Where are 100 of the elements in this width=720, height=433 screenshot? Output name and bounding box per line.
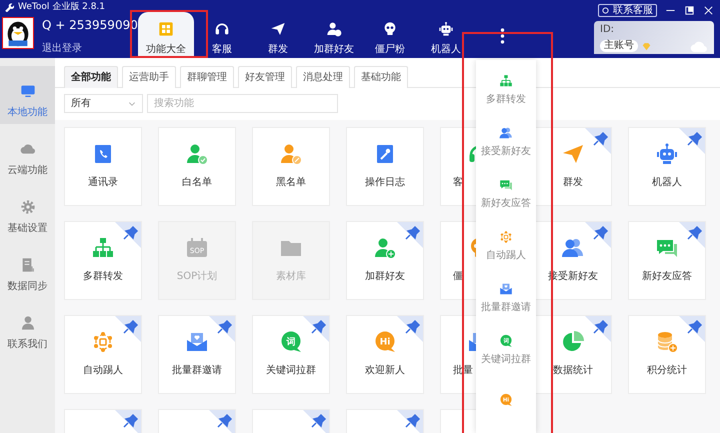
- menu-item[interactable]: 自动踢人: [476, 216, 536, 268]
- menu-item[interactable]: 接受新好友: [476, 112, 536, 164]
- id-label: ID:: [600, 24, 616, 36]
- pin-corner-icon[interactable]: [209, 316, 235, 342]
- support-button[interactable]: 联系客服: [598, 4, 657, 17]
- card-label: 多群转发: [82, 270, 124, 284]
- feature-card[interactable]: 通讯录: [64, 127, 142, 206]
- category-select[interactable]: 所有: [64, 94, 143, 113]
- account-role-badge: 主账号: [600, 40, 638, 52]
- person-add-icon: [326, 20, 342, 36]
- penguin-avatar-drawing: [2, 17, 34, 49]
- search-field[interactable]: 搜索功能: [147, 94, 338, 113]
- filter-tab[interactable]: 运营助手: [122, 66, 176, 88]
- pin-corner-icon[interactable]: [585, 128, 611, 154]
- feature-card[interactable]: 新好友应答: [628, 221, 706, 300]
- card-label: 操作日志: [364, 176, 406, 190]
- filter-tab[interactable]: 消息处理: [296, 66, 350, 88]
- nav-tab[interactable]: 功能大全: [138, 12, 194, 58]
- nav-tab[interactable]: 客服: [194, 12, 250, 58]
- sidebar-item[interactable]: 基础设置: [0, 182, 55, 240]
- nav-tab[interactable]: 群发: [250, 12, 306, 58]
- hexagon-nodes-icon: [91, 330, 115, 354]
- sidebar-item[interactable]: 联系我们: [0, 298, 55, 356]
- card-label: 自动踢人: [82, 364, 124, 378]
- card-label: 加群好友: [364, 270, 406, 284]
- diamond-icon: [642, 42, 651, 50]
- menu-item[interactable]: 新好友应答: [476, 164, 536, 216]
- pin-corner-icon[interactable]: [209, 410, 235, 433]
- people-icon: [499, 126, 513, 140]
- card-label: 素材库: [275, 270, 307, 284]
- feature-card[interactable]: 积分统计: [628, 315, 706, 394]
- feature-card[interactable]: 黑名单: [252, 127, 330, 206]
- pin-corner-icon[interactable]: [397, 316, 423, 342]
- card-label: 僵: [453, 270, 463, 284]
- feature-card[interactable]: 多群转发: [64, 221, 142, 300]
- paper-plane-icon: [270, 20, 286, 36]
- circle-icon: [602, 7, 609, 14]
- pin-corner-icon[interactable]: [585, 316, 611, 342]
- robot-icon: [438, 20, 454, 36]
- person-add-icon: [373, 236, 397, 260]
- sidebar-item[interactable]: 本地功能: [0, 66, 55, 124]
- feature-card[interactable]: 群发: [534, 127, 612, 206]
- feature-card[interactable]: 数据统计: [534, 315, 612, 394]
- grid-icon: [158, 20, 174, 36]
- pin-corner-icon[interactable]: [679, 316, 705, 342]
- app-title: WeTool 企业版 2.8.1: [18, 1, 106, 13]
- feature-card[interactable]: 白名单: [158, 127, 236, 206]
- filter-tab[interactable]: 好友管理: [238, 66, 292, 88]
- nav-tab[interactable]: 僵尸粉: [362, 12, 418, 58]
- card-label: 黑名单: [275, 176, 307, 190]
- sidebar-item[interactable]: 云端功能: [0, 124, 55, 182]
- filter-tab[interactable]: 群聊管理: [180, 66, 234, 88]
- more-icon: [500, 28, 504, 44]
- card-label: 关键词拉群: [265, 364, 317, 378]
- nav-tab[interactable]: 加群好友: [306, 12, 362, 58]
- envelope-icon: [185, 330, 209, 354]
- skull-icon: [382, 20, 398, 36]
- pin-corner-icon[interactable]: [679, 222, 705, 248]
- menu-item[interactable]: 批量群邀请: [476, 268, 536, 320]
- feature-card[interactable]: 加群好友: [346, 221, 424, 300]
- document-icon: [20, 256, 36, 272]
- pin-corner-icon[interactable]: [115, 410, 141, 433]
- org-chart-icon: [91, 236, 115, 260]
- feature-card[interactable]: Hi 欢迎新人: [346, 315, 424, 394]
- filter-tab[interactable]: 基础功能: [354, 66, 408, 88]
- pin-corner-icon[interactable]: [303, 316, 329, 342]
- card-label: 数据统计: [552, 364, 594, 378]
- feature-card[interactable]: 机器人: [628, 127, 706, 206]
- pie-chart-icon: [561, 330, 585, 354]
- close-icon[interactable]: [703, 5, 714, 16]
- feature-card[interactable]: 词 关键词拉群: [252, 315, 330, 394]
- pin-corner-icon[interactable]: [397, 222, 423, 248]
- pin-corner-icon[interactable]: [115, 222, 141, 248]
- card-label: SOP计划: [176, 270, 218, 284]
- feature-card[interactable]: 批量群邀请: [158, 315, 236, 394]
- pin-corner-icon[interactable]: [679, 128, 705, 154]
- headset-icon: [214, 20, 230, 36]
- card-label: 客: [453, 176, 463, 190]
- wrench-icon: [4, 2, 14, 12]
- cloud-icon: [690, 40, 708, 52]
- org-chart-icon: [499, 74, 513, 88]
- pin-corner-icon[interactable]: [303, 410, 329, 433]
- hexagon-nodes-icon: [499, 230, 513, 244]
- logout-link[interactable]: 退出登录: [42, 43, 82, 54]
- feature-card[interactable]: 自动踢人: [64, 315, 142, 394]
- card-label: 机器人: [651, 176, 683, 190]
- nav-tab[interactable]: 机器人: [418, 12, 474, 58]
- menu-item[interactable]: 多群转发: [476, 60, 536, 112]
- pin-corner-icon[interactable]: [585, 222, 611, 248]
- pin-corner-icon[interactable]: [115, 316, 141, 342]
- pin-corner-icon[interactable]: [397, 410, 423, 433]
- filter-tab[interactable]: 全部功能: [64, 66, 118, 88]
- card-label: 新好友应答: [641, 270, 693, 284]
- feature-card[interactable]: 操作日志: [346, 127, 424, 206]
- card-label: 白名单: [181, 176, 213, 190]
- card-label: 批量群邀请: [171, 364, 223, 378]
- maximize-icon[interactable]: [684, 5, 695, 16]
- sidebar-item[interactable]: 数据同步: [0, 240, 55, 298]
- card-label: 欢迎新人: [364, 364, 406, 378]
- coin-stack-icon: [655, 330, 679, 354]
